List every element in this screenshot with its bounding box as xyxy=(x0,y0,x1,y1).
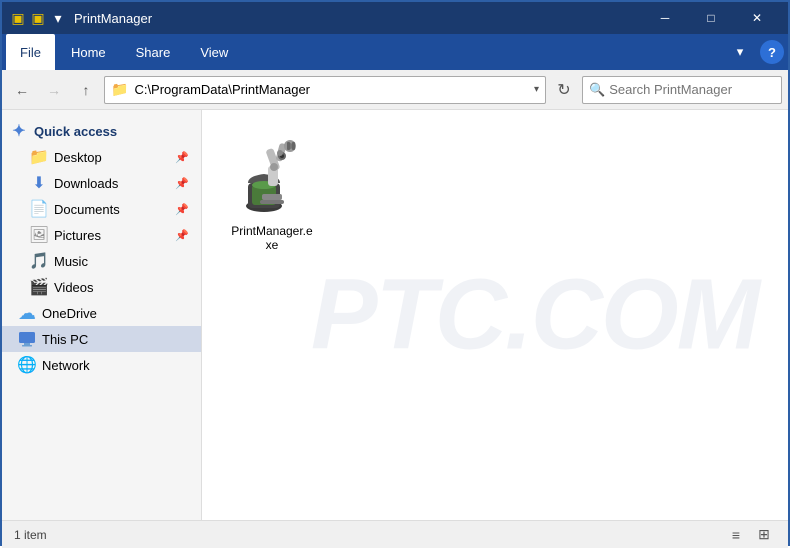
search-wrapper[interactable]: 🔍 xyxy=(582,76,782,104)
sidebar-item-network[interactable]: 🌐 Network xyxy=(2,352,201,378)
address-dropdown-button[interactable]: ▾ xyxy=(534,84,539,95)
sidebar-item-music[interactable]: 🎵 Music xyxy=(2,248,201,274)
sidebar-item-this-pc[interactable]: This PC xyxy=(2,326,201,352)
pictures-icon: 🖼 xyxy=(30,226,48,244)
content-area: PTC.COM xyxy=(202,110,788,520)
save-icon: ▣ xyxy=(30,10,46,26)
address-bar: ← → ↑ 📁 ▾ ↻ 🔍 xyxy=(2,70,788,110)
onedrive-icon: ☁ xyxy=(18,304,36,322)
sidebar-item-desktop[interactable]: 📁 Desktop 📌 xyxy=(2,144,201,170)
forward-button[interactable]: → xyxy=(40,76,68,104)
sidebar-label-downloads: Downloads xyxy=(54,176,118,191)
music-icon: 🎵 xyxy=(30,252,48,270)
address-input-wrapper[interactable]: 📁 ▾ xyxy=(104,76,546,104)
desktop-icon: 📁 xyxy=(30,148,48,166)
minimize-button[interactable]: ─ xyxy=(642,2,688,34)
tab-view[interactable]: View xyxy=(186,34,242,70)
search-icon: 🔍 xyxy=(589,82,605,98)
address-folder-icon: 📁 xyxy=(111,81,128,98)
sidebar-label-desktop: Desktop xyxy=(54,150,102,165)
this-pc-icon xyxy=(18,330,36,348)
sidebar-label-music: Music xyxy=(54,254,88,269)
maximize-button[interactable]: □ xyxy=(688,2,734,34)
sidebar-label-this-pc: This PC xyxy=(42,332,88,347)
pin-icon-pictures: 📌 xyxy=(175,229,189,242)
main-layout: ✦ Quick access 📁 Desktop 📌 ⬇ Downloads 📌… xyxy=(2,110,788,520)
folder-icon: ▣ xyxy=(10,10,26,26)
window-controls: ─ □ ✕ xyxy=(642,2,780,34)
file-icon-printmanager xyxy=(232,138,312,218)
file-item-printmanager[interactable]: PrintManager.exe xyxy=(222,130,322,260)
file-grid: PrintManager.exe xyxy=(202,110,788,280)
file-name-printmanager: PrintManager.exe xyxy=(230,224,314,252)
tab-share[interactable]: Share xyxy=(122,34,185,70)
back-button[interactable]: ← xyxy=(8,76,36,104)
sidebar-label-network: Network xyxy=(42,358,90,373)
title-bar-icons: ▣ ▣ ▾ xyxy=(10,10,66,26)
address-input[interactable] xyxy=(134,82,528,97)
refresh-button[interactable]: ↻ xyxy=(550,76,578,104)
sidebar-item-quick-access[interactable]: ✦ Quick access xyxy=(2,118,201,144)
menu-bar-right: ▾ ? xyxy=(726,38,784,66)
sidebar-label-quick-access: Quick access xyxy=(34,124,117,139)
sidebar-label-documents: Documents xyxy=(54,202,120,217)
status-item-count: 1 item xyxy=(14,528,47,542)
ribbon-collapse-button[interactable]: ▾ xyxy=(726,38,754,66)
sidebar-item-documents[interactable]: 📄 Documents 📌 xyxy=(2,196,201,222)
help-button[interactable]: ? xyxy=(760,40,784,64)
status-view-controls: ≡ ⊞ xyxy=(724,523,776,547)
sidebar-item-videos[interactable]: 🎬 Videos xyxy=(2,274,201,300)
up-button[interactable]: ↑ xyxy=(72,76,100,104)
videos-icon: 🎬 xyxy=(30,278,48,296)
pin-icon-desktop: 📌 xyxy=(175,151,189,164)
sidebar-item-downloads[interactable]: ⬇ Downloads 📌 xyxy=(2,170,201,196)
menu-bar: File Home Share View ▾ ? xyxy=(2,34,788,70)
sidebar-item-onedrive[interactable]: ☁ OneDrive xyxy=(2,300,201,326)
dropdown-icon: ▾ xyxy=(50,10,66,26)
sidebar-label-videos: Videos xyxy=(54,280,94,295)
title-bar: ▣ ▣ ▾ PrintManager ─ □ ✕ xyxy=(2,2,788,34)
large-icons-view-button[interactable]: ⊞ xyxy=(752,523,776,547)
quick-access-icon: ✦ xyxy=(10,122,28,140)
documents-icon: 📄 xyxy=(30,200,48,218)
sidebar-label-pictures: Pictures xyxy=(54,228,101,243)
sidebar: ✦ Quick access 📁 Desktop 📌 ⬇ Downloads 📌… xyxy=(2,110,202,520)
tab-file[interactable]: File xyxy=(6,34,55,70)
sidebar-label-onedrive: OneDrive xyxy=(42,306,97,321)
list-view-button[interactable]: ≡ xyxy=(724,523,748,547)
pin-icon-downloads: 📌 xyxy=(175,177,189,190)
network-icon: 🌐 xyxy=(18,356,36,374)
search-input[interactable] xyxy=(609,82,785,97)
pin-icon-documents: 📌 xyxy=(175,203,189,216)
sidebar-item-pictures[interactable]: 🖼 Pictures 📌 xyxy=(2,222,201,248)
window-title: PrintManager xyxy=(74,11,642,26)
status-bar: 1 item ≡ ⊞ xyxy=(2,520,788,548)
close-button[interactable]: ✕ xyxy=(734,2,780,34)
downloads-icon: ⬇ xyxy=(30,174,48,192)
tab-home[interactable]: Home xyxy=(57,34,120,70)
